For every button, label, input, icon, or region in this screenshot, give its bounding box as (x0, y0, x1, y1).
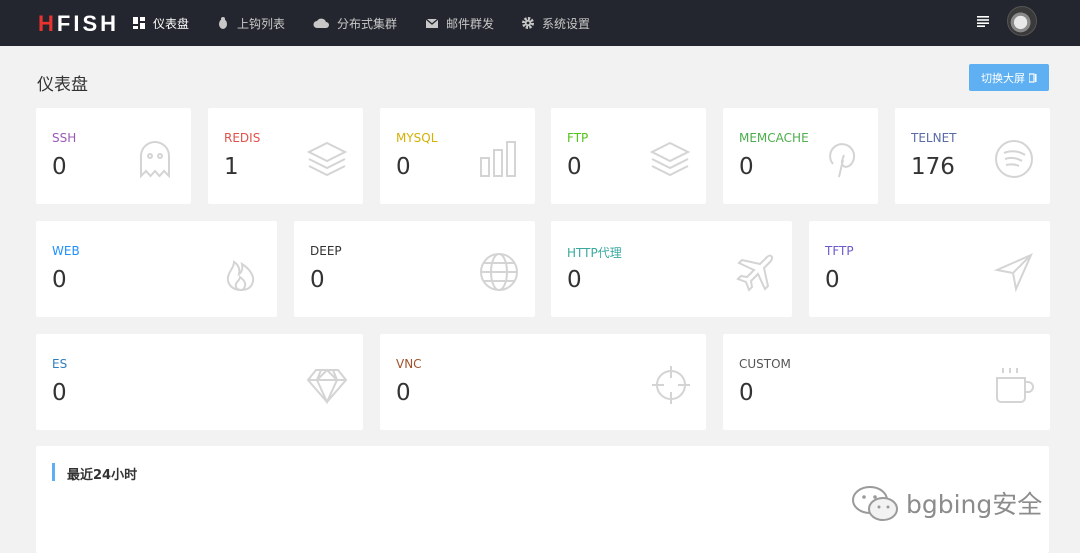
stat-label: CUSTOM (739, 357, 791, 371)
stat-card-telnet[interactable]: TELNET 176 (895, 108, 1050, 204)
user-avatar[interactable] (1007, 6, 1037, 36)
switch-big-screen-button[interactable]: 切换大屏 (969, 64, 1049, 91)
stat-count: 176 (911, 154, 955, 180)
stat-count: 1 (224, 154, 239, 180)
nav-label: 邮件群发 (446, 16, 495, 31)
stat-card-http-proxy[interactable]: HTTP代理 0 (551, 221, 792, 317)
mail-icon (425, 18, 439, 28)
layers-icon (306, 138, 348, 180)
stat-label: FTP (567, 131, 589, 145)
stat-count: 0 (739, 154, 754, 180)
send-icon (993, 251, 1035, 293)
bug-icon (219, 17, 227, 29)
stat-card-ssh[interactable]: SSH 0 (36, 108, 191, 204)
watermark: bgbing安全 (850, 483, 1042, 523)
fire-icon (220, 251, 262, 293)
top-navbar: HFISH 仪表盘 上钩列表 分布式集群 邮件群发 系统设置 (0, 0, 1080, 46)
stat-card-deep[interactable]: DEEP 0 (294, 221, 535, 317)
watermark-text: bgbing安全 (906, 490, 1043, 519)
nav-distributed-cluster[interactable]: 分布式集群 (313, 0, 397, 46)
fullscreen-icon (1029, 72, 1037, 83)
nav-dashboard[interactable]: 仪表盘 (132, 0, 189, 46)
nav-hooked-list[interactable]: 上钩列表 (216, 0, 285, 46)
stat-card-tftp[interactable]: TFTP 0 (809, 221, 1050, 317)
stat-count: 0 (396, 154, 411, 180)
nav-mail-broadcast[interactable]: 邮件群发 (425, 0, 494, 46)
stat-label: TELNET (911, 131, 957, 145)
panel-title: 最近24小时 (67, 468, 138, 483)
diamond-icon (306, 364, 348, 406)
menu-toggle-icon[interactable] (977, 15, 989, 27)
wechat-icon (852, 486, 898, 521)
stat-label: MYSQL (396, 131, 438, 145)
nav-label: 上钩列表 (237, 16, 286, 31)
stat-card-mysql[interactable]: MYSQL 0 (380, 108, 535, 204)
page-title: 仪表盘 (37, 75, 88, 95)
bar-chart-icon (478, 138, 520, 180)
stat-card-redis[interactable]: REDIS 1 (208, 108, 363, 204)
panel-accent-bar (52, 463, 55, 481)
stat-label: WEB (52, 244, 80, 258)
stat-label: VNC (396, 357, 422, 371)
gear-icon (522, 17, 534, 29)
nav-label: 分布式集群 (337, 16, 398, 31)
stat-count: 0 (739, 380, 754, 406)
pinterest-icon (821, 138, 863, 180)
stat-card-web[interactable]: WEB 0 (36, 221, 277, 317)
stat-label: SSH (52, 131, 77, 145)
spotify-icon (993, 138, 1035, 180)
stat-count: 0 (52, 154, 67, 180)
nav-label: 系统设置 (542, 16, 591, 31)
globe-icon (478, 251, 520, 293)
stat-label: REDIS (224, 131, 261, 145)
layers-icon (649, 138, 691, 180)
crosshairs-icon (650, 364, 692, 406)
switch-big-screen-label: 切换大屏 (981, 71, 1025, 85)
stat-count: 0 (52, 267, 67, 293)
stat-count: 0 (825, 267, 840, 293)
hfish-logo[interactable]: HFISH (38, 13, 119, 35)
stat-count: 0 (310, 267, 325, 293)
plane-icon (735, 251, 777, 293)
stat-count: 0 (567, 154, 582, 180)
stat-card-es[interactable]: ES 0 (36, 334, 363, 430)
stat-card-vnc[interactable]: VNC 0 (380, 334, 706, 430)
coffee-icon (993, 364, 1035, 406)
stat-count: 0 (567, 267, 582, 293)
ghost-icon (134, 138, 176, 180)
stat-card-ftp[interactable]: FTP 0 (551, 108, 706, 204)
stat-card-memcache[interactable]: MEMCACHE 0 (723, 108, 878, 204)
nav-label: 仪表盘 (153, 16, 190, 31)
stat-count: 0 (396, 380, 411, 406)
cloud-icon (313, 18, 329, 28)
stat-label: MEMCACHE (739, 131, 809, 145)
dashboard-icon (133, 17, 145, 29)
stat-label: DEEP (310, 244, 342, 258)
stat-card-custom[interactable]: CUSTOM 0 (723, 334, 1050, 430)
stat-count: 0 (52, 380, 67, 406)
stat-label: TFTP (825, 244, 854, 258)
nav-system-settings[interactable]: 系统设置 (521, 0, 590, 46)
stat-label: ES (52, 357, 68, 371)
stat-label: HTTP代理 (567, 246, 622, 260)
